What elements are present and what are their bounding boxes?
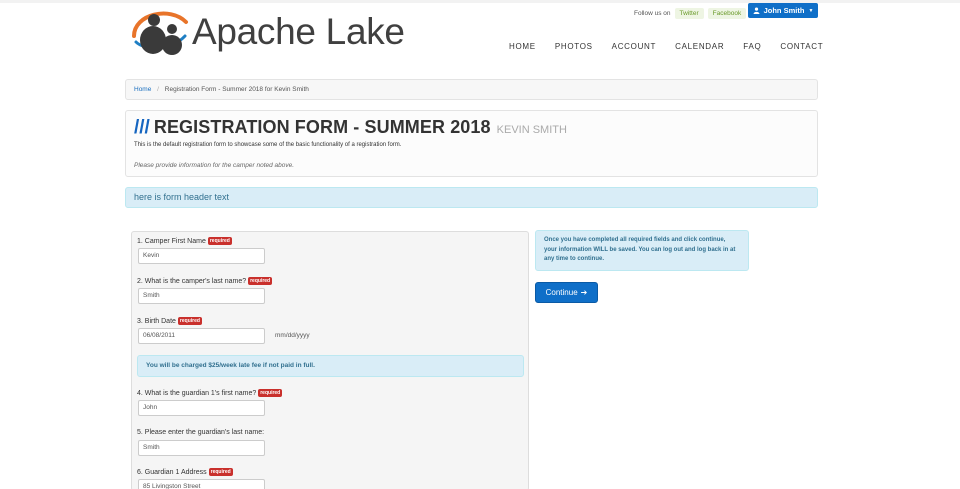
late-fee-alert: You will be charged $25/week late fee if… [137, 355, 524, 377]
field-guardian-first-name: 4. What is the guardian 1's first name? … [137, 389, 283, 416]
field-label: 2. What is the camper's last name? [137, 277, 247, 285]
nav-photos[interactable]: PHOTOS [555, 42, 593, 51]
nav-calendar[interactable]: CALENDAR [675, 42, 724, 51]
follow-label: Follow us on [634, 10, 671, 17]
brand-name: Apache Lake [192, 11, 405, 52]
social-links: Follow us on Twitter Facebook [634, 8, 747, 19]
twitter-link[interactable]: Twitter [674, 8, 704, 19]
field-label: 3. Birth Date [137, 317, 176, 325]
continue-label: Continue [545, 288, 578, 297]
form-header-alert: here is form header text [125, 187, 818, 208]
guardian-first-name-input[interactable]: John [138, 400, 265, 416]
page-title: /// REGISTRATION FORM - SUMMER 2018 KEVI… [134, 117, 809, 139]
field-label: 5. Please enter the guardian's last name… [137, 429, 265, 436]
required-badge: required [248, 277, 273, 285]
breadcrumb-home-link[interactable]: Home [134, 86, 151, 93]
nav-contact[interactable]: CONTACT [780, 42, 823, 51]
main-nav: HOME PHOTOS ACCOUNT CALENDAR FAQ CONTACT [509, 42, 823, 51]
field-guardian-last-name: 5. Please enter the guardian's last name… [137, 429, 265, 456]
user-name: John Smith [763, 6, 805, 15]
title-slashes: /// [134, 117, 150, 138]
page-description: This is the default registration form to… [134, 142, 402, 148]
nav-faq[interactable]: FAQ [743, 42, 761, 51]
guardian-last-name-input[interactable]: Smith [138, 440, 265, 456]
camper-last-name-input[interactable]: Smith [138, 288, 265, 304]
required-badge: required [207, 237, 232, 245]
date-format-hint: mm/dd/yyyy [275, 332, 310, 339]
nav-home[interactable]: HOME [509, 42, 536, 51]
nav-account[interactable]: ACCOUNT [612, 42, 656, 51]
page-note: Please provide information for the campe… [134, 162, 295, 169]
required-badge: required [177, 317, 202, 325]
field-birth-date: 3. Birth Date required 06/08/2011 mm/dd/… [137, 317, 310, 344]
logo[interactable]: Apache Lake [130, 6, 405, 58]
user-menu-button[interactable]: John Smith ▼ [748, 3, 818, 18]
logo-mark-icon [132, 11, 188, 55]
facebook-link[interactable]: Facebook [707, 8, 747, 19]
field-camper-last-name: 2. What is the camper's last name? requi… [137, 277, 273, 304]
required-badge: required [258, 389, 283, 397]
required-badge: required [208, 468, 233, 476]
user-icon [753, 7, 760, 14]
breadcrumb-separator: / [157, 86, 159, 93]
guardian-address-input[interactable]: 85 Livingston Street [138, 479, 265, 489]
camper-first-name-input[interactable]: Kevin [138, 248, 265, 264]
birth-date-input[interactable]: 06/08/2011 [138, 328, 265, 344]
title-subtitle: KEVIN SMITH [496, 124, 567, 136]
title-panel: /// REGISTRATION FORM - SUMMER 2018 KEVI… [125, 110, 818, 177]
breadcrumb-current: Registration Form - Summer 2018 for Kevi… [164, 86, 309, 93]
caret-down-icon: ▼ [808, 7, 814, 14]
arrow-right-icon: ➔ [580, 288, 588, 297]
form-panel: 1. Camper First Name required Kevin 2. W… [131, 231, 529, 489]
field-label: 4. What is the guardian 1's first name? [137, 389, 257, 397]
save-info-alert: Once you have completed all required fie… [535, 230, 749, 271]
continue-button[interactable]: Continue ➔ [535, 282, 598, 303]
field-label: 1. Camper First Name [137, 237, 206, 245]
title-text: REGISTRATION FORM - SUMMER 2018 [153, 117, 491, 137]
field-guardian-address: 6. Guardian 1 Address required 85 Living… [137, 468, 265, 489]
breadcrumb: Home / Registration Form - Summer 2018 f… [125, 79, 818, 100]
field-camper-first-name: 1. Camper First Name required Kevin [137, 237, 265, 264]
field-label: 6. Guardian 1 Address [137, 468, 207, 476]
